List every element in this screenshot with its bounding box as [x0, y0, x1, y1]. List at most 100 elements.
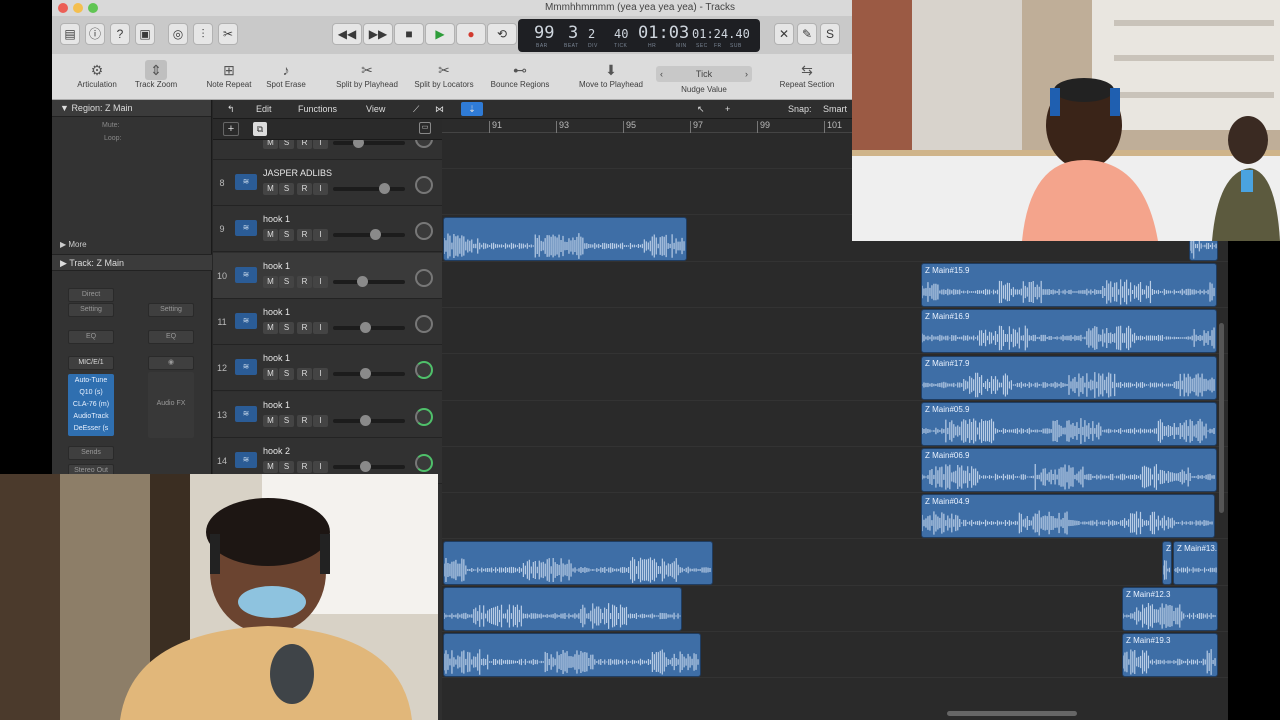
input-monitor-button[interactable]: I	[313, 183, 328, 195]
rewind-button[interactable]: ◀◀	[332, 23, 362, 45]
mixer-icon[interactable]: ⫶	[193, 23, 213, 45]
direct-button[interactable]: Direct	[68, 288, 114, 302]
spot-erase-tool[interactable]: ♪ Spot Erase	[264, 60, 308, 89]
track-zoom-tool[interactable]: ⇕ Track Zoom	[132, 60, 180, 89]
pan-knob[interactable]	[415, 222, 433, 241]
editors-icon[interactable]: ✂	[218, 23, 238, 45]
bounce-regions-tool[interactable]: ⊷ Bounce Regions	[488, 60, 552, 89]
pan-knob[interactable]	[415, 176, 433, 194]
link-icon[interactable]: ◉	[148, 356, 194, 370]
record-enable-button[interactable]: R	[297, 275, 312, 288]
repeat-section-tool[interactable]: ⇆ Repeat Section	[774, 60, 840, 89]
articulation-tool[interactable]: ⚙ Articulation	[76, 60, 118, 89]
record-button[interactable]: ●	[456, 23, 486, 45]
track-name[interactable]: JASPER ADLIBS	[263, 168, 332, 178]
audio-region[interactable]: Z Main#19.3	[1122, 633, 1218, 678]
play-button[interactable]: ▶	[425, 23, 455, 45]
track-row-partial[interactable]: M S R I	[213, 140, 442, 160]
add-track-button[interactable]: +	[223, 122, 239, 136]
input-monitor-button[interactable]: I	[313, 229, 328, 242]
track-row[interactable]: 12 ≋ hook 1 M S R I	[213, 345, 442, 392]
mute-button[interactable]: M	[263, 183, 278, 195]
track-name[interactable]: hook 1	[263, 353, 290, 363]
solo-button[interactable]: S	[279, 460, 294, 473]
library-icon[interactable]: ▤	[60, 23, 80, 45]
solo-button[interactable]: S	[279, 229, 294, 242]
catch-playhead-icon[interactable]: ⇣	[461, 102, 483, 116]
lcd-display[interactable]: 99 3 2 40 01:03 01:24.40 BAR BEAT DIV TI…	[518, 19, 760, 52]
stop-button[interactable]: ■	[394, 23, 424, 45]
track-name[interactable]: hook 1	[263, 214, 290, 224]
plugin-slot-1[interactable]: Auto-Tune	[68, 375, 114, 387]
input-button[interactable]: MIC/E/1	[68, 356, 114, 370]
chevron-right-icon[interactable]: ›	[745, 66, 748, 82]
audio-region[interactable]: Z Main#15.9	[921, 262, 1217, 307]
fader-knob[interactable]	[370, 229, 381, 241]
cycle-button[interactable]: ⟲	[487, 23, 517, 45]
smart-controls-icon[interactable]: ◎	[168, 23, 188, 45]
chevron-left-icon[interactable]: ‹	[660, 66, 663, 82]
pointer-tool-icon[interactable]: ↖	[697, 104, 705, 115]
audio-region[interactable]	[443, 540, 713, 585]
duplicate-track-icon[interactable]: ⧉	[253, 122, 267, 136]
inspector-icon[interactable]: ⓘ	[85, 23, 105, 45]
pencil-icon[interactable]: ✎	[797, 23, 817, 45]
record-enable-button[interactable]: R	[297, 460, 312, 473]
audio-region[interactable]: Z Main#12.3	[1122, 587, 1218, 631]
input-monitor-button[interactable]: I	[313, 414, 328, 427]
sends-slot[interactable]: Sends	[68, 446, 114, 460]
audio-region[interactable]	[443, 216, 687, 261]
view-menu[interactable]: View	[366, 104, 385, 114]
solo-button[interactable]: S	[279, 414, 294, 427]
mute-button[interactable]: M	[263, 140, 278, 149]
record-enable-button[interactable]: R	[297, 321, 312, 334]
plugin-slot-3[interactable]: CLA-76 (m)	[68, 399, 114, 411]
back-arrow-icon[interactable]: ↰	[227, 104, 235, 115]
audio-region[interactable]: Z Main#17.9	[921, 355, 1217, 400]
track-name[interactable]: hook 1	[263, 261, 290, 271]
global-tracks-icon[interactable]: ▭	[419, 122, 431, 134]
mute-button[interactable]: M	[263, 414, 278, 427]
more-disclosure[interactable]: ▶ More	[60, 240, 87, 249]
close-window-button[interactable]	[58, 3, 68, 13]
record-enable-button[interactable]: R	[297, 368, 312, 381]
toolbar-toggle-icon[interactable]: ▣	[135, 23, 155, 45]
mute-button[interactable]: M	[263, 275, 278, 288]
volume-fader[interactable]	[333, 229, 405, 241]
volume-fader[interactable]	[333, 460, 405, 472]
audio-region[interactable]: Z	[1162, 540, 1172, 585]
vertical-scrollbar[interactable]	[1219, 323, 1224, 513]
pan-knob[interactable]	[415, 407, 433, 426]
track-row[interactable]: 10 ≋ hook 1 M S R I	[213, 252, 442, 299]
eq-button-right[interactable]: EQ	[148, 330, 194, 344]
volume-fader[interactable]	[333, 368, 405, 380]
track-row[interactable]: 8 ≋ JASPER ADLIBS M S R I	[213, 160, 442, 206]
input-monitor-button[interactable]: I	[313, 321, 328, 334]
mute-button[interactable]: M	[263, 229, 278, 242]
setting-button-right[interactable]: Setting	[148, 303, 194, 317]
pan-knob[interactable]	[415, 361, 433, 380]
region-inspector-header[interactable]: ▼ Region: Z Main	[52, 100, 211, 117]
mute-button[interactable]: M	[263, 321, 278, 334]
fader-knob[interactable]	[379, 183, 390, 194]
list-editors-icon[interactable]: ✕	[774, 23, 794, 45]
audio-fx-slot[interactable]: Audio FX	[148, 372, 194, 438]
fast-forward-button[interactable]: ▶▶	[363, 23, 393, 45]
track-row[interactable]: 9 ≋ hook 1 M S R I	[213, 206, 442, 253]
volume-fader[interactable]	[333, 321, 405, 333]
track-name[interactable]: hook 2	[263, 446, 290, 456]
solo-button[interactable]: S	[279, 368, 294, 381]
fader-knob[interactable]	[357, 275, 368, 287]
input-monitor-button[interactable]: I	[313, 140, 328, 149]
pan-knob[interactable]	[415, 314, 433, 333]
flex-icon[interactable]: ⋈	[435, 104, 444, 115]
input-monitor-button[interactable]: I	[313, 368, 328, 381]
record-enable-button[interactable]: R	[297, 183, 312, 195]
audio-region[interactable]	[443, 587, 682, 631]
pan-knob[interactable]	[415, 453, 433, 472]
track-name[interactable]: hook 1	[263, 307, 290, 317]
audio-region[interactable]: Z Main#06.9	[921, 448, 1217, 493]
split-by-locators-tool[interactable]: ✂ Split by Locators	[410, 60, 478, 89]
note-repeat-tool[interactable]: ⊞ Note Repeat	[202, 60, 256, 89]
audio-region[interactable]: Z Main#16.9	[921, 309, 1217, 354]
